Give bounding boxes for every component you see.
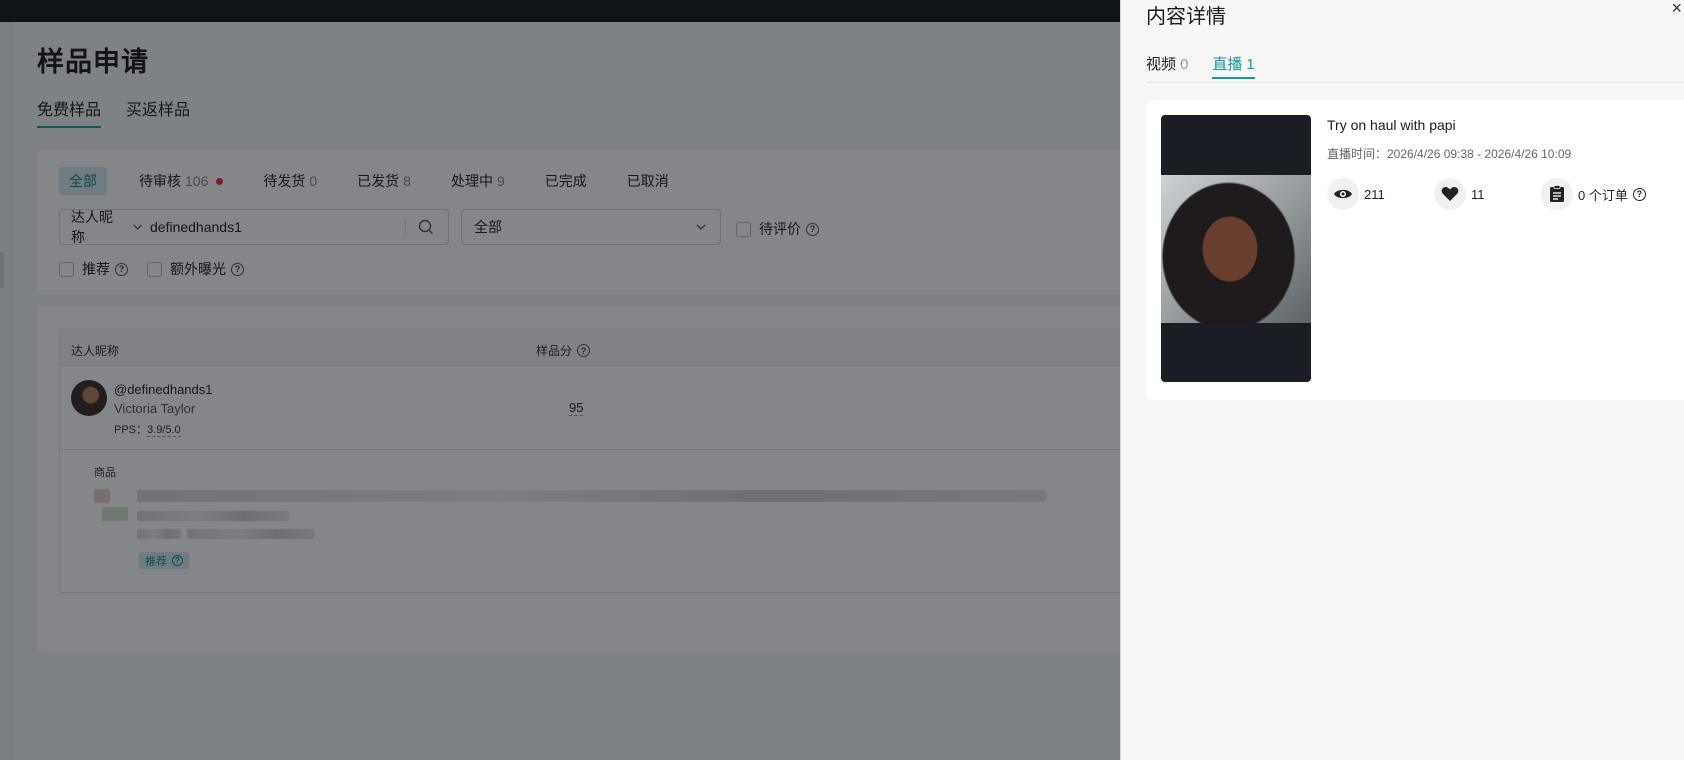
tab-count: 0 — [1180, 56, 1189, 73]
eye-icon — [1327, 178, 1359, 210]
live-title[interactable]: Try on haul with papi — [1327, 117, 1456, 133]
help-icon[interactable]: ? — [1632, 187, 1646, 201]
content-detail-drawer: 内容详情 × 视频 0 直播 1 Try on haul with papi 直播时… — [1120, 0, 1684, 760]
views-stat: 211 — [1327, 178, 1434, 210]
heart-icon — [1434, 178, 1466, 210]
live-time: 直播时间：2026/4/26 09:38 - 2026/4/26 10:09 — [1327, 147, 1572, 161]
drawer-tabs: 视频 0 直播 1 — [1146, 53, 1255, 79]
live-thumbnail[interactable] — [1161, 115, 1311, 382]
close-icon[interactable]: × — [1671, 0, 1682, 19]
drawer-title: 内容详情 — [1146, 6, 1226, 28]
live-cover-image — [1161, 175, 1311, 323]
tab-label: 直播 — [1212, 56, 1243, 73]
likes-stat: 11 — [1434, 178, 1541, 210]
tab-count: 1 — [1246, 56, 1255, 73]
tab-live[interactable]: 直播 1 — [1212, 53, 1255, 79]
orders-count: 0 个订单 — [1578, 187, 1628, 203]
views-count: 211 — [1364, 186, 1385, 202]
live-stream-card[interactable]: Try on haul with papi 直播时间：2026/4/26 09:… — [1146, 100, 1684, 400]
tab-video[interactable]: 视频 0 — [1146, 53, 1188, 79]
tab-divider — [1146, 82, 1684, 83]
tab-label: 视频 — [1146, 56, 1177, 73]
clipboard-icon — [1541, 178, 1573, 210]
live-stats: 211 11 0 个订单 ? — [1327, 178, 1646, 210]
likes-count: 11 — [1471, 186, 1485, 202]
orders-stat: 0 个订单 ? — [1541, 178, 1646, 210]
modal-backdrop[interactable] — [0, 0, 1120, 760]
